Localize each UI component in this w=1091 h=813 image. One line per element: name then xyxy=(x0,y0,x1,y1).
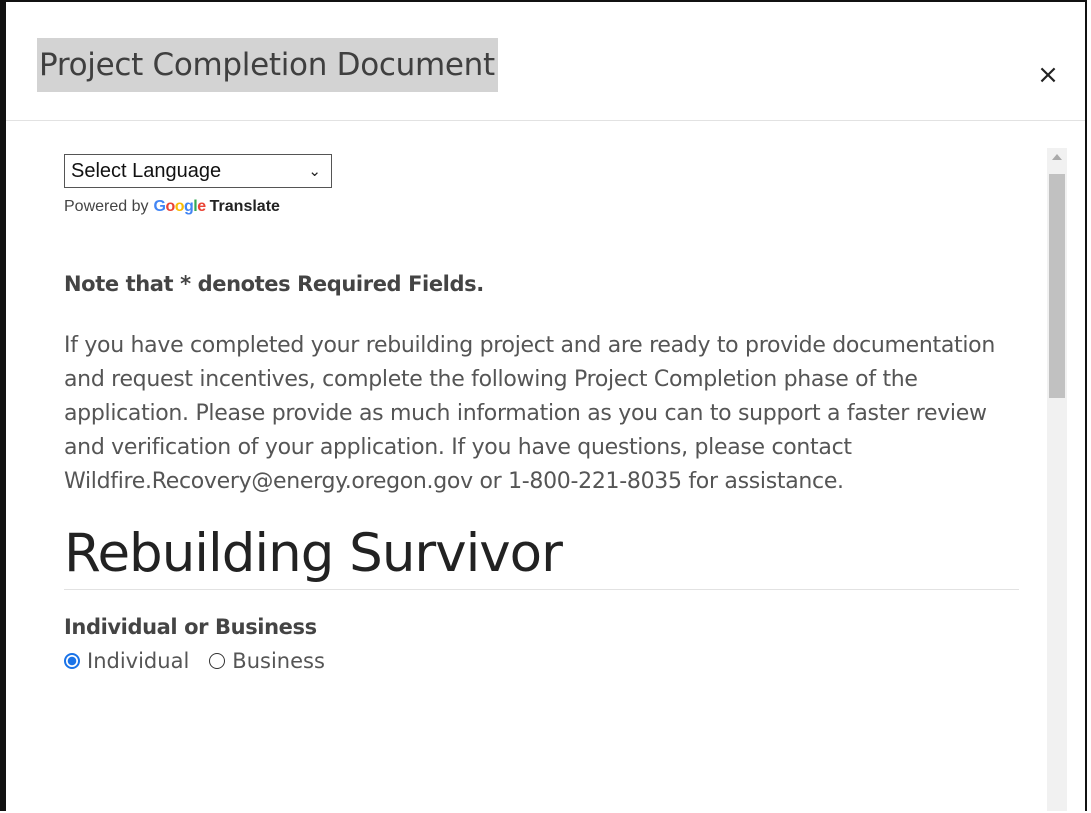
radio-business-label[interactable]: Business xyxy=(232,649,325,673)
chevron-down-icon: ⌄ xyxy=(308,163,321,180)
radio-individual-label[interactable]: Individual xyxy=(87,649,189,673)
google-letter: g xyxy=(184,198,194,215)
radio-business[interactable] xyxy=(209,653,226,669)
google-letter: e xyxy=(197,198,206,215)
google-letter: G xyxy=(153,198,166,215)
scrollbar-thumb[interactable] xyxy=(1049,174,1065,398)
language-select-value: Select Language xyxy=(71,159,222,182)
powered-by-text: Powered by xyxy=(64,198,149,215)
section-divider xyxy=(64,589,1019,590)
modal-dialog: Project Completion Document × Select Lan… xyxy=(0,0,1087,811)
modal-header: Project Completion Document × xyxy=(6,2,1085,121)
close-icon: × xyxy=(1037,60,1059,90)
vertical-scrollbar[interactable] xyxy=(1047,148,1067,811)
individual-or-business-radio-group: Individual Business xyxy=(64,649,1024,673)
language-select[interactable]: Select Language ⌄ xyxy=(64,154,332,188)
google-letter: o xyxy=(165,198,175,215)
translate-label: Translate xyxy=(209,198,280,215)
individual-or-business-label: Individual or Business xyxy=(64,615,317,639)
intro-paragraph: If you have completed your rebuilding pr… xyxy=(64,333,995,494)
modal-body: Select Language ⌄ Powered by Google Tran… xyxy=(64,154,1024,673)
google-letter: o xyxy=(174,198,185,215)
close-button[interactable]: × xyxy=(1033,60,1063,90)
powered-by-google-translate: Powered by Google Translate xyxy=(64,196,1024,218)
scroll-up-arrow-icon[interactable] xyxy=(1052,154,1062,160)
google-logo[interactable]: Google xyxy=(153,198,207,216)
radio-individual[interactable] xyxy=(64,653,80,669)
section-title: Rebuilding Survivor xyxy=(64,523,563,584)
modal-title: Project Completion Document xyxy=(37,38,498,92)
required-fields-note: Note that * denotes Required Fields. xyxy=(64,272,484,296)
